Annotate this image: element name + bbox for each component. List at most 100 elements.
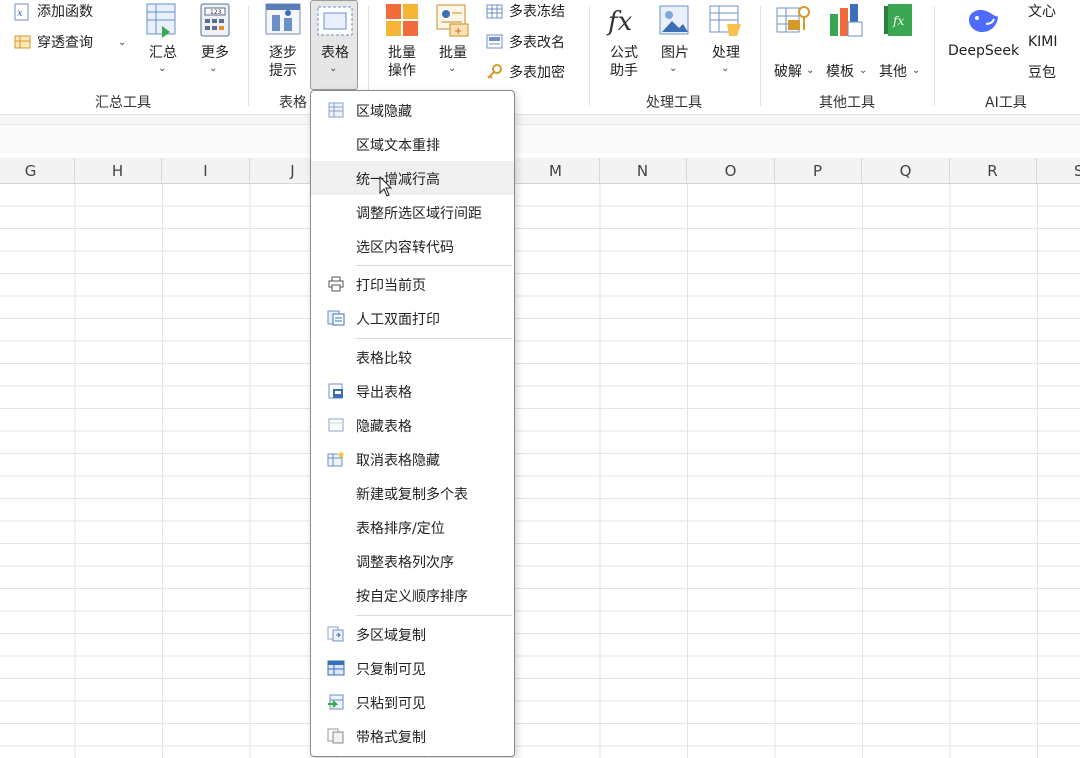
menu-item-label: 表格排序/定位	[356, 521, 445, 537]
chevron-down-icon[interactable]: ⌄	[912, 66, 920, 76]
column-header[interactable]: I	[162, 158, 250, 183]
table-icon	[317, 6, 353, 36]
wenxin-button[interactable]: 文心	[1028, 3, 1056, 21]
menu-item-copy-with-format[interactable]: 带格式复制	[311, 719, 514, 753]
group-label-table-tools: 表格	[279, 95, 307, 111]
menu-item-export-table[interactable]: 导出表格	[311, 374, 514, 408]
column-header[interactable]: M	[512, 158, 600, 183]
formula-icon: fx	[606, 7, 633, 37]
chevron-down-icon[interactable]: ⌄	[669, 64, 677, 74]
menu-item-label: 选区内容转代码	[356, 240, 454, 256]
menu-item-custom-order-sort[interactable]: 按自定义顺序排序	[311, 578, 514, 612]
paste-visible-icon	[328, 694, 344, 710]
column-header[interactable]: S	[1037, 158, 1080, 183]
batch-button[interactable]: 批量	[434, 44, 472, 62]
step-hint-icon	[265, 3, 301, 35]
process-button[interactable]: 处理	[706, 44, 746, 62]
column-header-bar: G H I J K L M N O P Q R S	[0, 158, 1080, 184]
menu-separator	[356, 615, 512, 616]
formula-assistant-button[interactable]: 公式 助手	[604, 44, 644, 80]
spreadsheet-grid[interactable]	[0, 184, 1080, 758]
export-icon	[328, 383, 343, 399]
chevron-down-icon[interactable]: ⌄	[806, 66, 814, 76]
other-button[interactable]: 其他	[879, 63, 907, 81]
summary-icon	[146, 3, 176, 38]
menu-item-label: 只复制可见	[356, 662, 426, 678]
doubao-button[interactable]: 豆包	[1028, 64, 1056, 82]
template-icon	[830, 4, 863, 37]
template-button[interactable]: 模板	[826, 63, 854, 81]
column-header[interactable]: H	[74, 158, 162, 183]
menu-item-copy-visible-only[interactable]: 只复制可见	[311, 651, 514, 685]
deepseek-button[interactable]: DeepSeek	[948, 42, 1019, 60]
menu-item-region-text-reflow[interactable]: 区域文本重排	[311, 127, 514, 161]
batch-operation-label-line2: 操作	[388, 63, 416, 79]
column-header[interactable]: Q	[862, 158, 950, 183]
summary-button[interactable]: 汇总	[146, 44, 180, 62]
menu-item-paste-visible-only[interactable]: 只粘到可见	[311, 685, 514, 719]
region-hide-icon	[328, 102, 344, 118]
menu-item-print-current-page[interactable]: 打印当前页	[311, 267, 514, 301]
step-hint-label-line2: 提示	[269, 63, 297, 79]
chevron-down-icon[interactable]: ⌄	[329, 64, 337, 74]
svg-text:x: x	[17, 8, 23, 19]
menu-item-selection-to-code[interactable]: 选区内容转代码	[311, 229, 514, 263]
format-copy-icon	[327, 728, 344, 744]
calculator-icon: 123	[200, 3, 230, 37]
add-function-button[interactable]: 添加函数	[37, 3, 93, 21]
menu-item-adjust-line-spacing[interactable]: 调整所选区域行间距	[311, 195, 514, 229]
menu-item-multi-region-copy[interactable]: 多区域复制	[311, 617, 514, 651]
multi-rename-button[interactable]: 多表改名	[509, 34, 565, 52]
menu-item-label: 多区域复制	[356, 628, 426, 644]
step-hint-button[interactable]: 逐步 提示	[266, 44, 300, 80]
chevron-down-icon[interactable]: ⌄	[721, 64, 729, 74]
pivot-query-icon	[14, 35, 31, 49]
pivot-query-button[interactable]: 穿透查询	[37, 34, 93, 52]
chevron-down-icon[interactable]: ⌄	[448, 64, 456, 74]
menu-item-manual-duplex-print[interactable]: 人工双面打印	[311, 301, 514, 335]
menu-item-label: 隐藏表格	[356, 419, 412, 435]
menu-item-label: 带格式复制	[356, 730, 426, 746]
chevron-down-icon[interactable]: ⌄	[209, 64, 217, 74]
column-header[interactable]: P	[774, 158, 862, 183]
batch-icon: +	[436, 4, 469, 37]
column-header[interactable]: O	[687, 158, 775, 183]
menu-item-table-compare[interactable]: 表格比较	[311, 340, 514, 374]
duplex-print-icon	[327, 310, 345, 326]
menu-item-hide-table[interactable]: 隐藏表格	[311, 408, 514, 442]
more-button[interactable]: 更多	[196, 44, 234, 62]
column-header[interactable]: N	[599, 158, 687, 183]
table-button-label: 表格	[321, 45, 349, 61]
menu-item-unhide-table[interactable]: 取消表格隐藏	[311, 442, 514, 476]
menu-item-unify-row-height[interactable]: 统一增减行高	[311, 161, 514, 195]
crack-button[interactable]: 破解	[774, 63, 802, 81]
menu-item-label: 按自定义顺序排序	[356, 589, 468, 605]
printer-icon	[328, 276, 344, 292]
menu-item-new-or-copy-tables[interactable]: 新建或复制多个表	[311, 476, 514, 510]
column-header[interactable]: G	[0, 158, 75, 183]
chevron-down-icon[interactable]: ⌄	[118, 38, 126, 48]
menu-item-table-sort-locate[interactable]: 表格排序/定位	[311, 510, 514, 544]
group-label-other-tools: 其他工具	[819, 95, 875, 111]
batch-operation-icon	[386, 4, 418, 36]
deepseek-whale-icon	[969, 10, 998, 32]
chevron-down-icon[interactable]: ⌄	[158, 64, 166, 74]
svg-text:fx: fx	[892, 14, 904, 28]
column-header[interactable]: R	[949, 158, 1037, 183]
menu-item-label: 统一增减行高	[356, 172, 440, 188]
batch-operation-button[interactable]: 批量 操作	[384, 44, 420, 80]
menu-item-label: 新建或复制多个表	[356, 487, 468, 503]
group-divider	[589, 6, 590, 106]
menu-item-label: 表格比较	[356, 351, 412, 367]
kimi-button[interactable]: KIMI	[1028, 33, 1058, 51]
unhide-sheet-icon	[327, 451, 345, 467]
menu-item-adjust-column-order[interactable]: 调整表格列次序	[311, 544, 514, 578]
group-divider	[248, 6, 249, 106]
svg-text:fx: fx	[606, 7, 633, 37]
multi-encrypt-button[interactable]: 多表加密	[509, 64, 565, 82]
chevron-down-icon[interactable]: ⌄	[859, 66, 867, 76]
image-button[interactable]: 图片	[656, 44, 694, 62]
multi-freeze-button[interactable]: 多表冻结	[509, 3, 565, 21]
menu-item-label: 区域文本重排	[356, 138, 440, 154]
menu-item-region-hide[interactable]: 区域隐藏	[311, 93, 514, 127]
